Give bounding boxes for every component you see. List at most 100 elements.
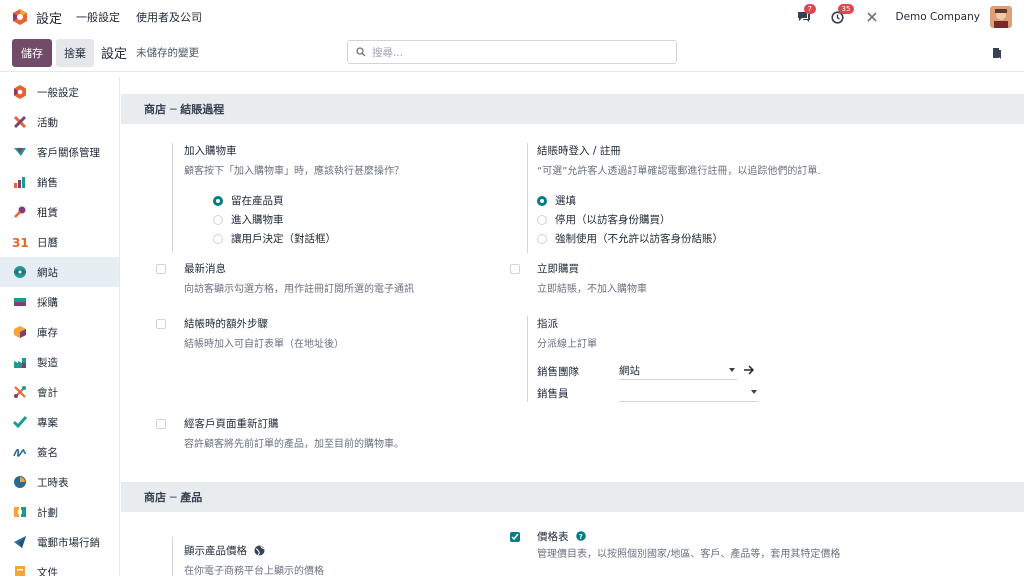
section-header-checkout: 商店 ─ 結賬過程	[121, 94, 1024, 124]
sales-team-select[interactable]: 網站	[619, 362, 737, 380]
setting-title-text: 顯示產品價格	[184, 545, 247, 557]
sidebar-item-project[interactable]: 專案	[0, 407, 119, 437]
check-icon	[511, 533, 519, 541]
setting-title: 顯示產品價格	[184, 543, 504, 558]
radio-button[interactable]	[537, 214, 547, 225]
sidebar-item-general-settings[interactable]: 一般設定	[0, 77, 119, 107]
setting-description: 立即結賬，不加入購物車	[537, 284, 647, 295]
radio-label: 進入購物車	[231, 214, 284, 226]
unsaved-changes-label: 未儲存的變更	[136, 47, 200, 59]
sidebar-item-label: 一般設定	[37, 86, 79, 99]
newsletter-checkbox[interactable]	[156, 264, 166, 274]
buy-now-checkbox[interactable]	[510, 264, 520, 274]
internal-link-arrow-icon[interactable]	[743, 364, 755, 378]
radio-optional[interactable]: 選填	[537, 191, 957, 210]
radio-stay-on-product-page[interactable]: 留在產品頁	[213, 191, 484, 210]
svg-text:?: ?	[579, 533, 583, 541]
bookmark-icon[interactable]	[990, 46, 1004, 60]
sidebar-item-label: 電郵市場行銷	[37, 536, 100, 549]
help-icon: ?	[576, 531, 586, 541]
chevron-down-icon	[729, 368, 735, 372]
radio-disabled[interactable]: 停用（以訪客身份購買）	[537, 210, 957, 229]
salesperson-field-row: 銷售員	[537, 382, 857, 404]
settings-content: 商店 ─ 結賬過程 加入購物車 顧客按下「加入購物車」時，應該執行甚麼操作？ 留…	[121, 77, 1024, 576]
top-navbar: 設定 一般設定 使用者及公司 7 35 Demo Company	[0, 0, 1024, 34]
setting-divider	[172, 143, 173, 253]
tools-icon	[866, 12, 877, 22]
radio-button[interactable]	[537, 233, 547, 244]
debug-tools-button[interactable]	[862, 7, 882, 27]
sidebar-item-inventory[interactable]: 庫存	[0, 317, 119, 347]
setting-buy-now: 立即購買 立即結賬，不加入購物車	[537, 261, 857, 295]
company-switcher[interactable]: Demo Company	[896, 11, 981, 23]
sidebar-item-website[interactable]: 網站	[0, 257, 119, 287]
setting-description: 向訪客顯示勾選方格，用作註冊訂閱所選的電子通訊	[184, 284, 414, 295]
svg-text:31: 31	[12, 236, 28, 249]
sidebar-item-label: 銷售	[37, 176, 58, 189]
reorder-checkbox[interactable]	[156, 419, 166, 429]
sidebar-item-purchase[interactable]: 採購	[0, 287, 119, 317]
sidebar-item-label: 製造	[37, 356, 58, 369]
globe-icon	[254, 545, 265, 556]
sidebar-item-rental[interactable]: 租賃	[0, 197, 119, 227]
app-title[interactable]: 設定	[36, 8, 62, 27]
setting-divider	[172, 537, 173, 576]
sidebar-item-sign[interactable]: 簽名	[0, 437, 119, 467]
sidebar-item-timesheet[interactable]: 工時表	[0, 467, 119, 497]
crm-icon	[12, 144, 28, 160]
user-avatar[interactable]	[990, 6, 1012, 28]
save-button[interactable]: 儲存	[12, 38, 52, 67]
sidebar-item-email-marketing[interactable]: 電郵市場行銷	[0, 527, 119, 557]
setting-description: 在你電子商務平台上顯示的價格	[184, 566, 324, 576]
sign-icon	[12, 444, 28, 460]
inventory-icon	[12, 324, 28, 340]
settings-logo-icon	[12, 84, 28, 100]
setting-description: 管理價目表，以按照個別國家/地區、客戶、產品等，套用其特定價格	[537, 549, 841, 560]
setting-pricelists: 價格表 ? 管理價目表，以按照個別國家/地區、客戶、產品等，套用其特定價格	[537, 529, 847, 562]
sidebar-item-label: 工時表	[37, 476, 69, 489]
setting-title: 結賬時登入 / 註冊	[537, 145, 621, 157]
radio-let-user-decide[interactable]: 讓用戶決定（對話框）	[213, 229, 484, 248]
sales-team-field-row: 銷售團隊 網站	[537, 360, 857, 382]
purchase-icon	[12, 294, 28, 310]
setting-description: 分派線上訂單	[537, 339, 597, 350]
activities-badge: 35	[837, 4, 855, 14]
sidebar-item-accounting[interactable]: 會計	[0, 377, 119, 407]
radio-button[interactable]	[213, 233, 223, 244]
sidebar-item-calendar[interactable]: 31 日曆	[0, 227, 119, 257]
control-panel: 儲存 捨棄 設定 未儲存的變更 搜尋...	[0, 34, 1024, 72]
search-placeholder: 搜尋...	[372, 46, 404, 59]
setting-title: 結帳時的額外步驟	[184, 318, 268, 330]
page-title: 設定	[101, 47, 128, 62]
discard-button[interactable]: 捨棄	[56, 38, 94, 67]
setting-title: 價格表 ?	[537, 529, 847, 544]
radio-button[interactable]	[213, 195, 223, 206]
calendar-icon: 31	[12, 234, 28, 250]
sidebar-item-planning[interactable]: 計劃	[0, 497, 119, 527]
search-input[interactable]: 搜尋...	[347, 40, 677, 64]
sidebar-item-crm[interactable]: 客戶關係管理	[0, 137, 119, 167]
sidebar-item-manufacturing[interactable]: 製造	[0, 347, 119, 377]
menu-general-settings[interactable]: 一般設定	[76, 9, 120, 25]
settings-sidebar: 一般設定 活動 客戶關係管理 銷售 租賃 31 日曆 網站 採購 庫存 製造 會…	[0, 77, 120, 576]
sidebar-item-label: 客戶關係管理	[37, 146, 100, 159]
radio-label: 強制使用（不允許以訪客身份結賬）	[555, 233, 723, 245]
radio-button[interactable]	[213, 214, 223, 225]
setting-divider	[527, 316, 528, 402]
pricelists-checkbox[interactable]	[510, 532, 520, 542]
messages-button[interactable]: 7	[794, 4, 816, 27]
radio-go-to-cart[interactable]: 進入購物車	[213, 210, 484, 229]
salesperson-select[interactable]	[619, 384, 759, 402]
section-header-products: 商店 ─ 產品	[121, 482, 1024, 512]
settings-app-logo-icon[interactable]	[11, 8, 29, 26]
sidebar-item-event[interactable]: 活動	[0, 107, 119, 137]
sidebar-item-documents[interactable]: 文件	[0, 557, 119, 576]
radio-button[interactable]	[537, 195, 547, 206]
radio-mandatory[interactable]: 強制使用（不允許以訪客身份結賬）	[537, 229, 957, 248]
activities-button[interactable]: 35	[828, 4, 855, 27]
sidebar-item-label: 日曆	[37, 236, 58, 249]
menu-users-companies[interactable]: 使用者及公司	[136, 9, 202, 25]
extra-step-checkbox[interactable]	[156, 319, 166, 329]
sidebar-item-label: 網站	[37, 266, 58, 279]
sidebar-item-sales[interactable]: 銷售	[0, 167, 119, 197]
